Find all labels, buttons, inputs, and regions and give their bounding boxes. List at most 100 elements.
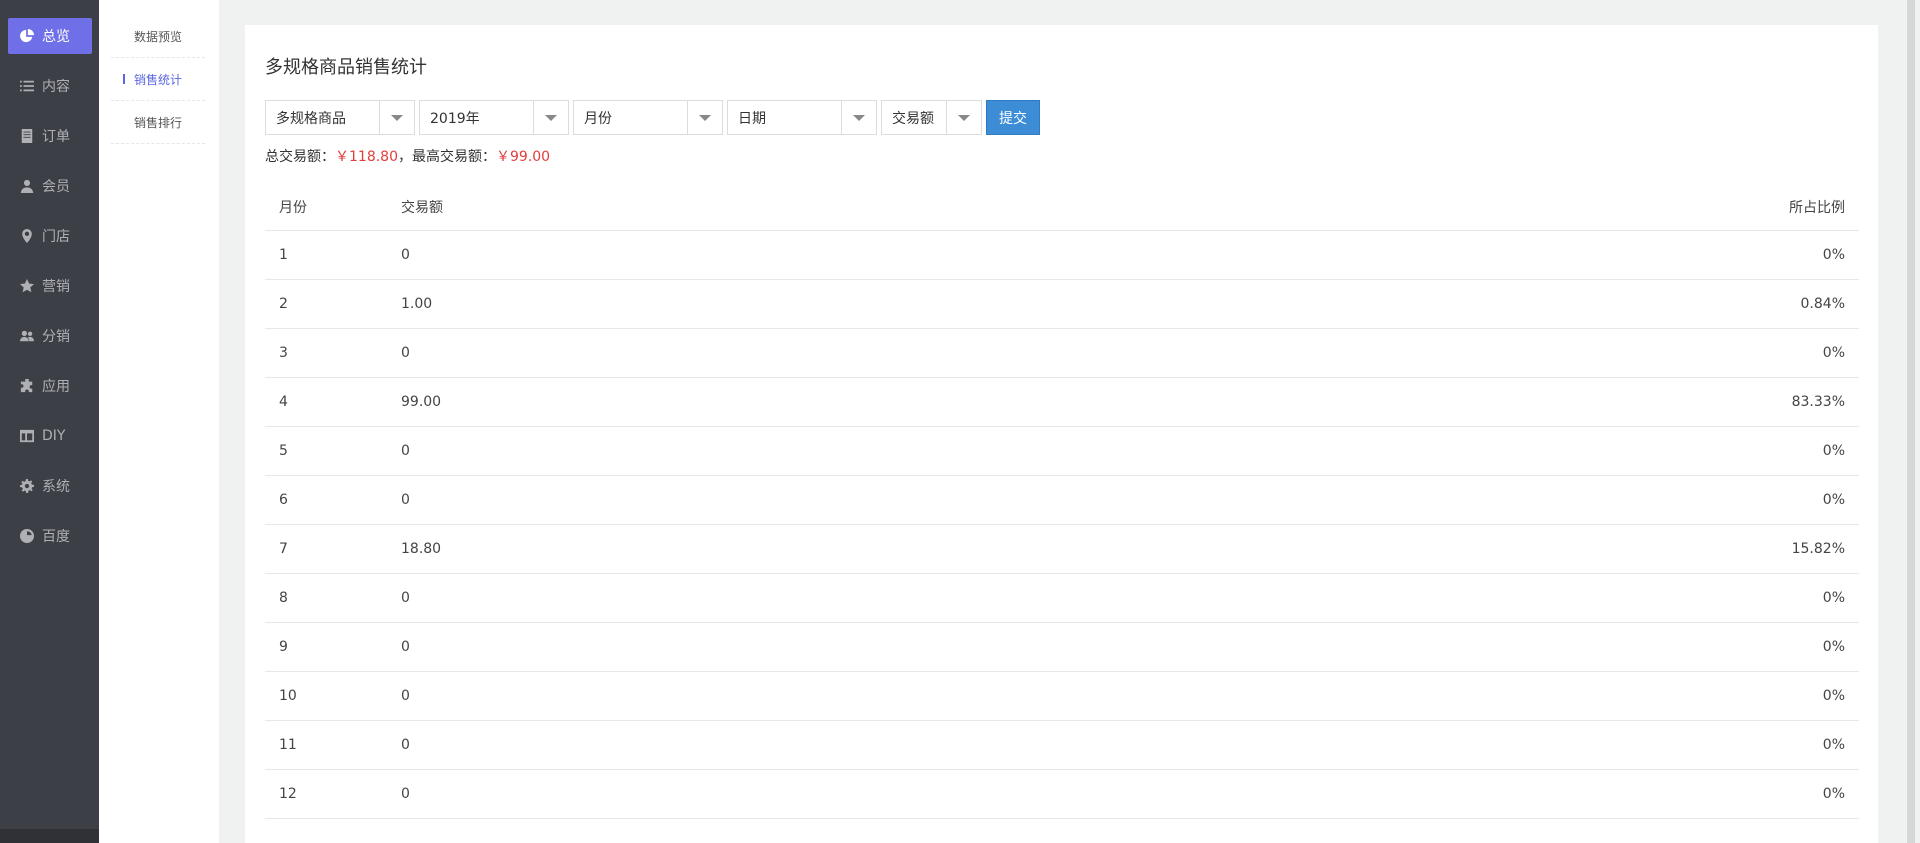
table-row: 3 0 0%	[265, 329, 1859, 378]
cell-month: 6	[279, 492, 288, 508]
select-value: 多规格商品	[276, 110, 346, 127]
chevron-down-icon	[946, 101, 981, 134]
cell-ratio: 0%	[1822, 492, 1845, 508]
nav-item-label: 百度	[42, 529, 70, 545]
table-row: 9 0 0%	[265, 623, 1859, 672]
map-pin-icon	[20, 229, 34, 243]
nav-item-label: 内容	[42, 79, 70, 95]
submenu-item-sales-ranking[interactable]: 销售排行	[111, 101, 205, 144]
main-sidebar: 总览 内容 订单 会员 门店 营销 分销 应用 DIY 系统 百度	[0, 0, 99, 843]
cell-ratio: 15.82%	[1791, 541, 1845, 557]
scrollbar-thumb[interactable]	[1907, 0, 1915, 843]
secondary-menu: 数据预览 销售统计 销售排行	[99, 0, 219, 843]
baidu-icon	[20, 529, 34, 543]
document-icon	[20, 129, 34, 143]
chevron-down-icon	[533, 101, 568, 134]
nav-item-label: 营销	[42, 279, 70, 295]
cell-amount: 99.00	[401, 394, 442, 410]
month-select[interactable]: 月份	[573, 100, 723, 135]
table-row: 6 0 0%	[265, 476, 1859, 525]
chevron-down-icon	[379, 101, 414, 134]
cell-amount: 0	[401, 492, 410, 508]
nav-item-system[interactable]: 系统	[8, 468, 92, 504]
cell-amount: 0	[401, 688, 410, 704]
table-row: 10 0 0%	[265, 672, 1859, 721]
nav-item-orders[interactable]: 订单	[8, 118, 92, 154]
nav-item-label: 分销	[42, 329, 70, 345]
cell-month: 11	[279, 737, 297, 753]
total-value: ￥118.80	[335, 149, 398, 165]
user-icon	[20, 179, 34, 193]
main-panel: 多规格商品销售统计 多规格商品 2019年 月份 日期 交易额 提交 总交易额：…	[245, 25, 1878, 843]
table-row: 8 0 0%	[265, 574, 1859, 623]
cell-month: 2	[279, 296, 288, 312]
filter-bar: 多规格商品 2019年 月份 日期 交易额 提交	[265, 100, 1040, 135]
cell-month: 9	[279, 639, 288, 655]
table-row: 11 0 0%	[265, 721, 1859, 770]
cell-ratio: 83.33%	[1791, 394, 1845, 410]
submenu-item-label: 数据预览	[133, 29, 182, 44]
cell-month: 12	[279, 786, 297, 802]
header-month: 月份	[279, 199, 307, 216]
date-select[interactable]: 日期	[727, 100, 877, 135]
cell-month: 4	[279, 394, 288, 410]
max-label: 最高交易额：	[412, 149, 496, 165]
nav-item-label: 系统	[42, 479, 70, 495]
max-value: ￥99.00	[496, 149, 551, 165]
pie-chart-icon	[20, 29, 34, 43]
nav-item-label: 订单	[42, 129, 70, 145]
cell-amount: 0	[401, 345, 410, 361]
cell-ratio: 0%	[1822, 345, 1845, 361]
nav-item-overview[interactable]: 总览	[8, 18, 92, 54]
total-label: 总交易额：	[265, 149, 335, 165]
cell-ratio: 0%	[1822, 639, 1845, 655]
cell-amount: 0	[401, 639, 410, 655]
header-ratio: 所占比例	[1789, 199, 1845, 216]
nav-item-baidu[interactable]: 百度	[8, 518, 92, 554]
cell-month: 8	[279, 590, 288, 606]
cell-amount: 0	[401, 443, 410, 459]
table-row: 4 99.00 83.33%	[265, 378, 1859, 427]
nav-item-members[interactable]: 会员	[8, 168, 92, 204]
table-row: 7 18.80 15.82%	[265, 525, 1859, 574]
nav-item-stores[interactable]: 门店	[8, 218, 92, 254]
summary-separator: ，	[398, 149, 412, 165]
cell-ratio: 0%	[1822, 443, 1845, 459]
nav-item-distribution[interactable]: 分销	[8, 318, 92, 354]
sidebar-footer	[0, 829, 99, 843]
product-type-select[interactable]: 多规格商品	[265, 100, 415, 135]
layout-icon	[20, 429, 34, 443]
chevron-down-icon	[687, 101, 722, 134]
select-value: 交易额	[892, 110, 934, 127]
chevron-down-icon	[841, 101, 876, 134]
cell-month: 7	[279, 541, 288, 557]
gear-icon	[20, 479, 34, 493]
nav-item-label: DIY	[42, 428, 66, 444]
metric-select[interactable]: 交易额	[881, 100, 982, 135]
cell-ratio: 0.84%	[1800, 296, 1845, 312]
submenu-item-label: 销售排行	[133, 115, 182, 130]
submenu-item-data-preview[interactable]: 数据预览	[111, 15, 205, 58]
table-row: 1 0 0%	[265, 231, 1859, 280]
table-row: 2 1.00 0.84%	[265, 280, 1859, 329]
nav-item-label: 会员	[42, 179, 70, 195]
cell-ratio: 0%	[1822, 247, 1845, 263]
submenu-item-sales-stats[interactable]: 销售统计	[111, 58, 205, 101]
cell-amount: 0	[401, 247, 410, 263]
nav-item-marketing[interactable]: 营销	[8, 268, 92, 304]
page-title: 多规格商品销售统计	[265, 57, 427, 78]
cell-amount: 0	[401, 737, 410, 753]
submit-button[interactable]: 提交	[986, 100, 1040, 135]
select-value: 月份	[584, 110, 612, 127]
nav-item-diy[interactable]: DIY	[8, 418, 92, 454]
cell-ratio: 0%	[1822, 737, 1845, 753]
cell-ratio: 0%	[1822, 590, 1845, 606]
cell-ratio: 0%	[1822, 688, 1845, 704]
nav-item-apps[interactable]: 应用	[8, 368, 92, 404]
table-header-row: 月份 交易额 所占比例	[265, 183, 1859, 231]
cell-ratio: 0%	[1822, 786, 1845, 802]
year-select[interactable]: 2019年	[419, 100, 569, 135]
cell-amount: 1.00	[401, 296, 433, 312]
nav-item-label: 应用	[42, 379, 70, 395]
nav-item-content[interactable]: 内容	[8, 68, 92, 104]
